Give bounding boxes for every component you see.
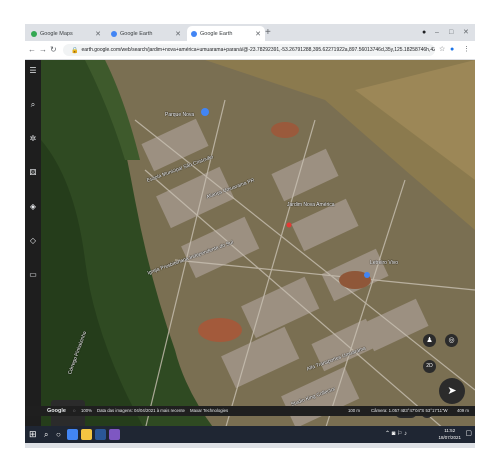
tab-title: Google Earth [120, 30, 153, 37]
projects-icon[interactable]: ◈ [28, 202, 38, 212]
notification-icon[interactable]: ▢ [465, 429, 472, 437]
close-icon[interactable]: ✕ [175, 30, 181, 38]
layers-icon[interactable]: ◇ [28, 236, 38, 246]
google-earth-icon [111, 30, 117, 37]
reload-icon[interactable]: ↻ [50, 44, 57, 56]
loading-icon: ◌ [73, 408, 76, 413]
close-window-icon[interactable]: ✕ [463, 26, 469, 39]
browser-window: Google Maps ✕ Google Earth ✕ Google Eart… [25, 24, 475, 448]
google-maps-icon [31, 30, 37, 37]
address-bar[interactable]: 🔒 earth.google.com/web/search/jardim+nov… [63, 44, 435, 56]
label-letreiro-vivo[interactable]: Letreiro Vivo [370, 260, 398, 266]
tray-icons[interactable]: ⌃ ◙ ⚐ ♪ [385, 430, 407, 437]
attribution: Maxar Technologies [190, 408, 229, 413]
search-icon[interactable]: ⌕ [28, 100, 38, 110]
url-text: earth.google.com/web/search/jardim+nova+… [81, 47, 435, 53]
profile-icon[interactable]: ● [422, 26, 426, 39]
compass-icon[interactable]: ➤ [439, 378, 465, 404]
browser-toolbar: ← → ↻ 🔒 earth.google.com/web/search/jard… [25, 41, 475, 60]
earth-map-view[interactable]: ☰ ⌕ ✲ ⚄ ◈ ◇ ▭ Jardim Nova América Alianç… [25, 60, 475, 430]
maximize-icon[interactable]: □ [449, 26, 453, 39]
chrome-icon[interactable] [67, 429, 78, 440]
satellite-imagery [25, 60, 475, 430]
lock-icon: 🔒 [71, 47, 79, 54]
google-earth-icon [191, 30, 197, 37]
profile-avatar[interactable]: ● [450, 44, 454, 56]
search-icon[interactable]: ⌕ [44, 429, 48, 440]
dice-icon[interactable]: ⚄ [28, 168, 38, 178]
pegman-icon[interactable]: ♟ [423, 334, 436, 347]
tab-google-earth-2[interactable]: Google Earth ✕ [187, 26, 265, 41]
google-logo: Google [47, 408, 66, 414]
coordinates: 23°47'04"S 53°17'11"W [403, 408, 448, 413]
view-mode-toggle[interactable]: 2D [423, 360, 436, 373]
close-icon[interactable]: ✕ [95, 30, 101, 38]
menu-icon[interactable]: ⋮ [463, 44, 470, 56]
close-icon[interactable]: ✕ [255, 30, 261, 38]
camera-altitude: Câmera: 1.057 m [371, 408, 405, 413]
tab-google-maps[interactable]: Google Maps ✕ [27, 26, 105, 41]
tab-title: Google Maps [40, 30, 73, 37]
minimize-icon[interactable]: – [435, 26, 439, 39]
voyager-icon[interactable]: ✲ [28, 134, 38, 144]
windows-taskbar: ⊞ ⌕ ○ ⌃ ◙ ⚐ ♪ 11:52 18/07/2021 ▢ [25, 426, 475, 443]
new-tab-icon[interactable]: + [265, 26, 271, 39]
clock-time: 11:52 [444, 428, 456, 433]
tab-google-earth-1[interactable]: Google Earth ✕ [107, 26, 185, 41]
scale-text: 100 m [348, 408, 360, 413]
taskbar-clock[interactable]: 11:52 18/07/2021 [438, 427, 461, 441]
label-jardim-nova-america[interactable]: Jardim Nova América [287, 202, 335, 208]
back-icon[interactable]: ← [28, 44, 36, 56]
locate-icon[interactable]: ◎ [445, 334, 458, 347]
file-explorer-icon[interactable] [81, 429, 92, 440]
tab-bar: Google Maps ✕ Google Earth ✕ Google Eart… [25, 24, 475, 41]
word-icon[interactable] [95, 429, 106, 440]
cortana-icon[interactable]: ○ [56, 429, 61, 440]
elevation: 409 m [457, 408, 469, 413]
clock-date: 18/07/2021 [438, 435, 461, 440]
star-icon[interactable]: ☆ [439, 44, 445, 56]
imagery-date: Data das imagens: 04/04/2021 à mais rece… [97, 408, 185, 413]
forward-icon[interactable]: → [39, 44, 47, 56]
menu-icon[interactable]: ☰ [28, 66, 38, 76]
tab-title: Google Earth [200, 30, 233, 37]
teams-icon[interactable] [109, 429, 120, 440]
earth-status-bar: Google ◌ 100% Data das imagens: 04/04/20… [25, 406, 475, 416]
windows-start-icon[interactable]: ⊞ [29, 429, 37, 440]
screenshot: Google Maps ✕ Google Earth ✕ Google Eart… [0, 0, 500, 470]
zoom-level: 100% [81, 408, 92, 413]
label-parque-nova[interactable]: Parque Nova [165, 112, 194, 118]
measure-icon[interactable]: ▭ [28, 270, 38, 280]
earth-left-toolbar: ☰ ⌕ ✲ ⚄ ◈ ◇ ▭ [25, 60, 41, 430]
